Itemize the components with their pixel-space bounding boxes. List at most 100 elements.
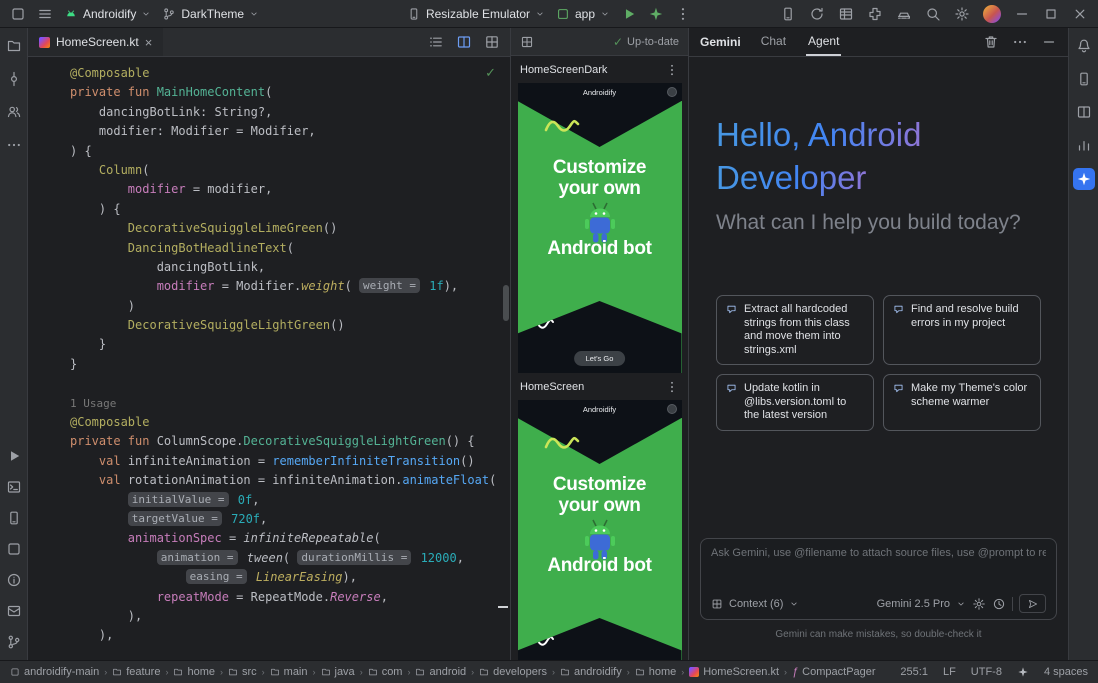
preview-view-mode-icon[interactable] (520, 35, 534, 49)
hide-icon[interactable] (1041, 34, 1057, 50)
code-line[interactable]: private fun MainHomeContent( (70, 83, 510, 102)
devices-icon[interactable] (4, 508, 24, 528)
more-actions-icon[interactable] (675, 6, 691, 22)
breadcrumb-item[interactable]: home (635, 666, 677, 678)
file-encoding[interactable]: UTF-8 (971, 666, 1002, 678)
indent-style[interactable]: 4 spaces (1044, 666, 1088, 678)
code-line[interactable]: ) { (70, 200, 510, 219)
project-icon[interactable] (4, 36, 24, 56)
code-editor[interactable]: @Composableprivate fun MainHomeContent( … (28, 57, 510, 660)
gemini-input[interactable]: Ask Gemini, use @filename to attach sour… (700, 538, 1057, 620)
breadcrumb-item[interactable]: com (368, 666, 403, 678)
more-icon[interactable] (1012, 34, 1028, 50)
code-line[interactable]: ), (70, 626, 510, 645)
code-line[interactable]: ) { (70, 142, 510, 161)
commit-icon[interactable] (4, 69, 24, 89)
suggestion-card[interactable]: Make my Theme's color scheme warmer (883, 374, 1041, 431)
code-line[interactable]: animation = tween( durationMillis = 1200… (70, 549, 510, 568)
run-button[interactable] (621, 6, 637, 22)
code-line[interactable]: modifier = modifier, (70, 180, 510, 199)
notifications-mail-icon[interactable] (4, 601, 24, 621)
history-icon[interactable] (992, 597, 1006, 611)
delete-icon[interactable] (983, 34, 999, 50)
code-line[interactable]: repeatMode = RepeatMode.Reverse, (70, 588, 510, 607)
gemini-settings-icon[interactable] (972, 597, 986, 611)
code-line[interactable]: } (70, 335, 510, 354)
inspections-ok-icon[interactable]: ✓ (485, 65, 496, 81)
problems-icon[interactable] (4, 570, 24, 590)
code-line[interactable]: initialValue = 0f, (70, 491, 510, 510)
breadcrumb-item[interactable]: home (173, 666, 215, 678)
apply-changes-icon[interactable] (648, 6, 664, 22)
project-selector[interactable]: Androidify (64, 7, 151, 21)
code-line[interactable]: val infiniteAnimation = rememberInfinite… (70, 452, 510, 471)
context-selector[interactable]: Context (6) (729, 598, 783, 610)
code-line[interactable]: modifier: Modifier = Modifier, (70, 122, 510, 141)
plugins-icon[interactable] (867, 6, 883, 22)
editor-scrollbar[interactable] (503, 285, 509, 321)
device-selector[interactable]: Resizable Emulator (407, 7, 545, 21)
maximize-button[interactable] (1043, 6, 1059, 22)
preview-more-icon[interactable] (665, 380, 679, 394)
code-line[interactable]: private fun ColumnScope.DecorativeSquigg… (70, 432, 510, 451)
logcat-icon[interactable] (838, 6, 854, 22)
compose-preview-phone-light[interactable]: Androidify Customizeyour own Android (518, 400, 682, 660)
code-line[interactable]: @Composable (70, 413, 510, 432)
code-line[interactable]: modifier = Modifier.weight( weight = 1f)… (70, 277, 510, 296)
minimize-button[interactable] (1014, 6, 1030, 22)
breadcrumb-item[interactable]: src (228, 666, 257, 678)
code-line[interactable]: DancingBotHeadlineText( (70, 239, 510, 258)
line-separator[interactable]: LF (943, 666, 956, 678)
code-line[interactable]: easing = LinearEasing), (70, 568, 510, 587)
breadcrumb-item[interactable]: android (415, 666, 466, 678)
terminal-icon[interactable] (4, 477, 24, 497)
tab-homescreen-kt[interactable]: HomeScreen.kt × (28, 28, 163, 56)
editor-layout-icon[interactable] (484, 34, 500, 50)
layout-inspector-icon[interactable] (1074, 102, 1094, 122)
notifications-icon[interactable] (1074, 36, 1094, 56)
breadcrumb-item[interactable]: androidify-main (10, 666, 99, 678)
search-icon[interactable] (925, 6, 941, 22)
gemini-icon[interactable] (1073, 168, 1095, 190)
code-line[interactable]: dancingBotLink: String?, (70, 103, 510, 122)
device-streaming-icon[interactable] (896, 6, 912, 22)
breadcrumb-item[interactable]: main (270, 666, 308, 678)
code-line[interactable]: ), (70, 607, 510, 626)
settings-icon[interactable] (954, 6, 970, 22)
branch-selector[interactable]: DarkTheme (162, 7, 259, 21)
code-line[interactable] (70, 374, 510, 393)
run-icon[interactable] (4, 446, 24, 466)
code-line[interactable]: DecorativeSquiggleLightGreen() (70, 316, 510, 335)
code-line[interactable]: 1 Usage (70, 394, 510, 413)
suggestion-card[interactable]: Update kotlin in @libs.version.toml to t… (716, 374, 874, 431)
code-line[interactable]: animationSpec = infiniteRepeatable( (70, 529, 510, 548)
insights-icon[interactable] (1074, 135, 1094, 155)
code-line[interactable]: @Composable (70, 64, 510, 83)
ai-status-icon[interactable] (1017, 666, 1029, 678)
compose-preview-phone-dark[interactable]: Androidify Customizeyour own Android (518, 83, 682, 373)
code-line[interactable]: ) (70, 297, 510, 316)
breadcrumb-item[interactable]: HomeScreen.kt (689, 666, 779, 678)
main-menu-icon[interactable] (37, 6, 53, 22)
tab-agent[interactable]: Agent (806, 28, 841, 56)
breadcrumb-item[interactable]: java (321, 666, 355, 678)
more-icon[interactable] (4, 135, 24, 155)
preview-more-icon[interactable] (665, 63, 679, 77)
avatar[interactable] (983, 5, 1001, 23)
code-line[interactable]: dancingBotLink, (70, 258, 510, 277)
code-line[interactable]: } (70, 355, 510, 374)
lets-go-button[interactable]: Let’s Go (574, 351, 626, 366)
breadcrumb-item[interactable]: feature (112, 666, 160, 678)
running-devices-icon[interactable] (1074, 69, 1094, 89)
more-lines-icon[interactable] (428, 34, 444, 50)
suggestion-card[interactable]: Find and resolve build errors in my proj… (883, 295, 1041, 365)
model-selector[interactable]: Gemini 2.5 Pro (877, 598, 950, 610)
code-line[interactable]: val rotationAnimation = infiniteAnimatio… (70, 471, 510, 490)
caret-position[interactable]: 255:1 (900, 666, 928, 678)
run-config-selector[interactable]: app (556, 7, 610, 21)
send-button[interactable] (1019, 594, 1046, 613)
close-button[interactable] (1072, 6, 1088, 22)
split-preview-icon[interactable] (456, 34, 472, 50)
breadcrumb-item[interactable]: androidify (560, 666, 622, 678)
code-line[interactable]: targetValue = 720f, (70, 510, 510, 529)
